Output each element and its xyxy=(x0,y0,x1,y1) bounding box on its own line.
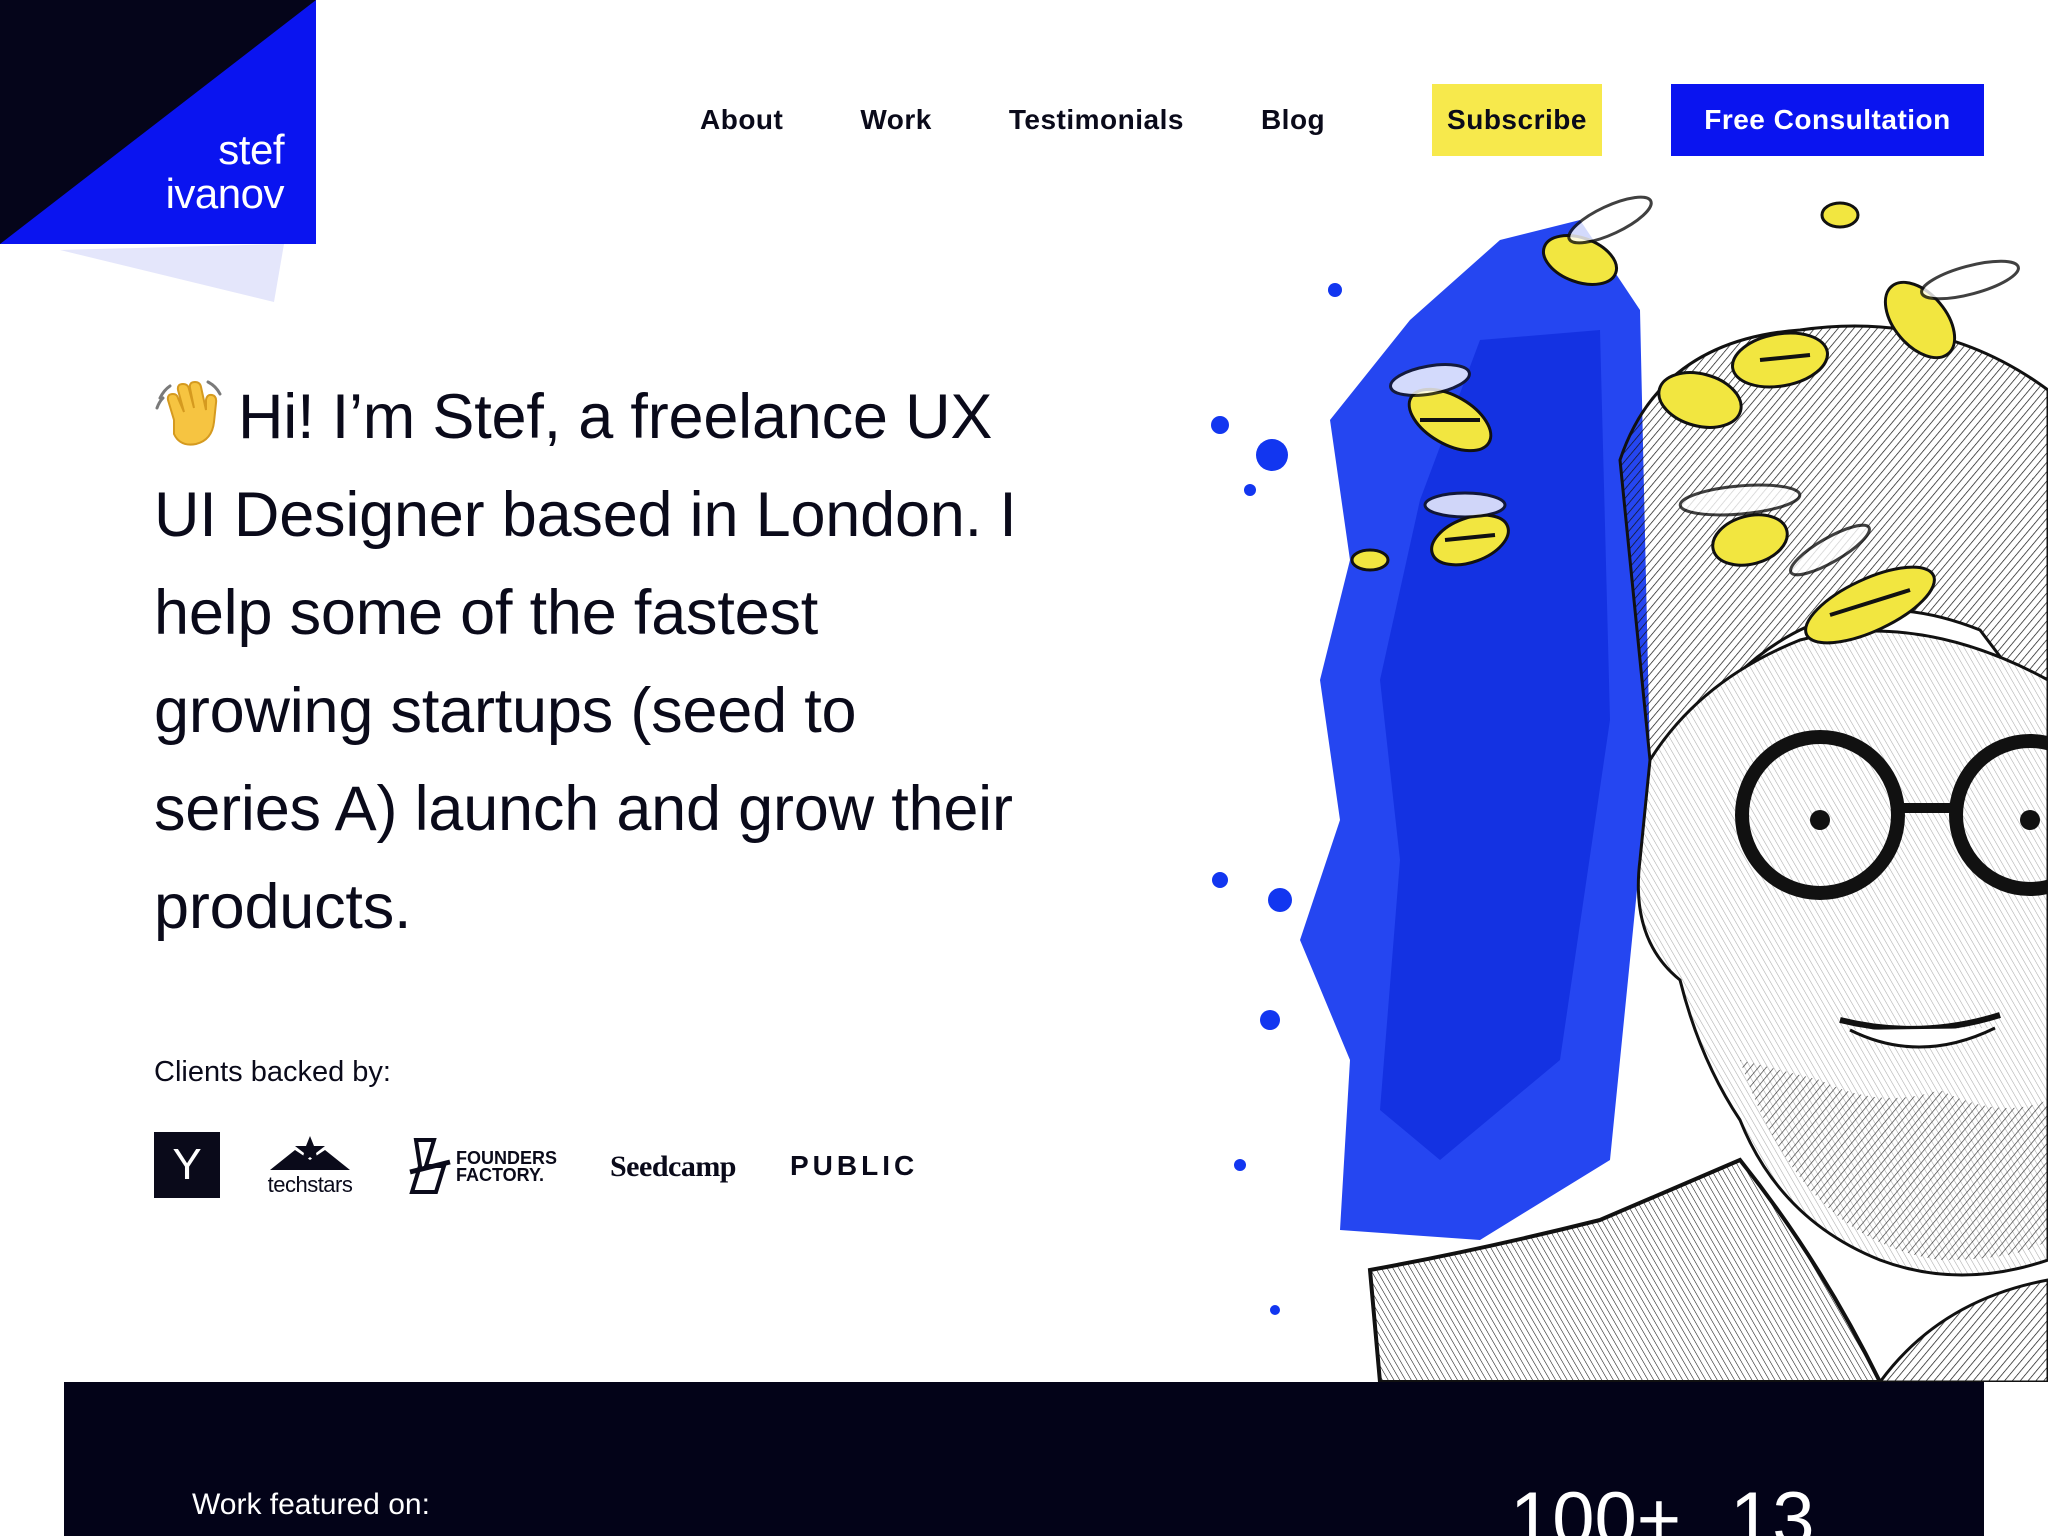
logo-text: stef ivanov xyxy=(165,126,285,217)
featured-band: Work featured on: 100+ 13 xyxy=(64,1382,1984,1536)
nav-work[interactable]: Work xyxy=(860,104,932,136)
logo-line-2: ivanov xyxy=(165,170,285,217)
logo-line-1: stef xyxy=(218,126,284,173)
subscribe-button[interactable]: Subscribe xyxy=(1432,84,1602,156)
public-logo: PUBLIC xyxy=(790,1150,919,1181)
nav-about[interactable]: About xyxy=(700,104,783,136)
site-logo[interactable]: stef ivanov xyxy=(0,0,320,310)
portrait-with-bees-illustration xyxy=(1211,195,2048,1382)
founders-factory-text: FOUNDERS FACTORY. xyxy=(456,1148,558,1185)
stat-count: 13 xyxy=(1730,1477,1815,1536)
work-featured-label: Work featured on: xyxy=(192,1488,430,1521)
main-nav: About Work Testimonials Blog xyxy=(700,84,1325,156)
portrait-illustration xyxy=(1180,160,2048,1382)
techstars-star-icon xyxy=(270,1136,350,1170)
free-consultation-button[interactable]: Free Consultation xyxy=(1671,84,1984,156)
founders-factory-logo: FOUNDERS FACTORY. xyxy=(406,1134,576,1198)
techstars-logo: techstars xyxy=(260,1134,360,1198)
founders-factory-mark-icon xyxy=(409,1138,451,1194)
hero-intro-text: Hi! I’m Stef, a freelance UX UI Designer… xyxy=(154,382,1017,942)
y-combinator-logo: Y xyxy=(154,1132,220,1198)
seedcamp-logo: Seedcamp xyxy=(610,1150,737,1183)
nav-testimonials[interactable]: Testimonials xyxy=(1009,104,1184,136)
waving-hand-icon xyxy=(155,380,222,446)
nav-blog[interactable]: Blog xyxy=(1261,104,1325,136)
clients-label: Clients backed by: xyxy=(154,1056,391,1088)
hero-intro: Hi! I’m Stef, a freelance UX UI Designer… xyxy=(154,368,1034,956)
stat-projects: 100+ xyxy=(1510,1477,1682,1536)
techstars-label: techstars xyxy=(267,1172,353,1197)
